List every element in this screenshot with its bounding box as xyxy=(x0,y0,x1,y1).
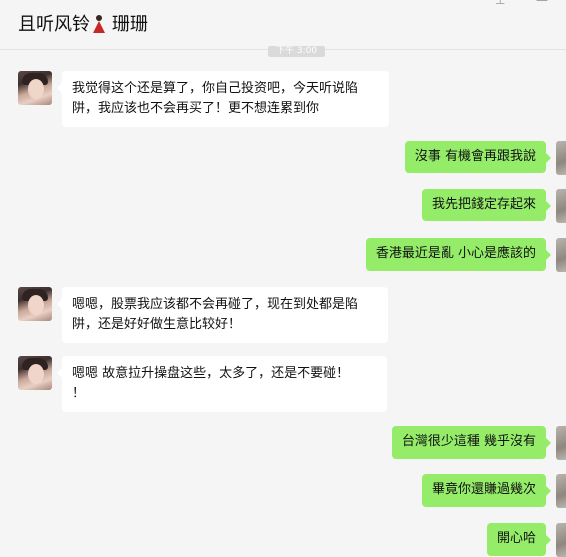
message-bubble-incoming[interactable]: 我觉得这个还是算了，你自己投资吧，今天听说陷 阱，我应该也不会再买了！更不想连累… xyxy=(57,71,389,127)
message-text: 沒事 有機會再跟我說 xyxy=(414,149,536,164)
chat-title: 且听风铃 珊珊 xyxy=(18,13,148,37)
self-avatar[interactable] xyxy=(556,474,566,508)
message-text: 我先把錢定存起來 xyxy=(431,197,536,212)
contact-name: 珊珊 xyxy=(112,14,148,35)
message-line: 嗯嗯，股票我应该都不会再碰了，现在到处都是陷 xyxy=(72,297,359,312)
chat-header: 且听风铃 珊珊 ⊥ — xyxy=(0,0,566,50)
message-bubble-incoming[interactable]: 嗯嗯，股票我应该都不会再碰了，现在到处都是陷 阱，还是好好做生意比较好！ xyxy=(57,287,388,343)
message-bubble-outgoing[interactable]: 沒事 有機會再跟我說 xyxy=(404,141,552,173)
message-bubble-outgoing[interactable]: 我先把錢定存起來 xyxy=(421,189,552,221)
contact-avatar[interactable] xyxy=(18,356,52,390)
self-avatar[interactable] xyxy=(556,238,566,272)
contact-nickname: 且听风铃 xyxy=(18,14,90,35)
woman-dancing-emoji-icon xyxy=(92,15,106,33)
message-bubble-outgoing[interactable]: 開心哈 xyxy=(486,523,552,556)
contact-avatar[interactable] xyxy=(18,71,52,105)
message-text: 畢竟你還賺過幾次 xyxy=(431,482,536,497)
self-avatar[interactable] xyxy=(556,523,566,557)
message-line: ！ xyxy=(72,386,86,401)
self-avatar[interactable] xyxy=(556,141,566,175)
message-line: 我觉得这个还是算了，你自己投资吧，今天听说陷 xyxy=(72,81,359,96)
self-avatar[interactable] xyxy=(556,189,566,223)
message-line: 阱，我应该也不会再买了！更不想连累到你 xyxy=(72,101,320,116)
message-bubble-incoming[interactable]: 嗯嗯 故意拉升操盘这些，太多了，还是不要碰！ ！ xyxy=(57,356,387,412)
message-text: 台灣很少這種 幾乎沒有 xyxy=(401,434,536,449)
message-line: 嗯嗯 故意拉升操盘这些，太多了，还是不要碰！ xyxy=(72,366,350,381)
message-bubble-outgoing[interactable]: 畢竟你還賺過幾次 xyxy=(421,474,552,507)
contact-avatar[interactable] xyxy=(18,287,52,321)
message-text: 香港最近是亂 小心是應該的 xyxy=(375,246,536,261)
time-divider: 下午 3:00 xyxy=(268,46,326,57)
message-bubble-outgoing[interactable]: 香港最近是亂 小心是應該的 xyxy=(365,238,552,271)
pin-icon[interactable]: ⊥ xyxy=(495,0,505,6)
self-avatar[interactable] xyxy=(556,426,566,460)
minimize-icon[interactable]: — xyxy=(536,0,548,6)
message-bubble-outgoing[interactable]: 台灣很少這種 幾乎沒有 xyxy=(391,426,552,459)
message-line: 阱，还是好好做生意比较好！ xyxy=(72,317,242,332)
